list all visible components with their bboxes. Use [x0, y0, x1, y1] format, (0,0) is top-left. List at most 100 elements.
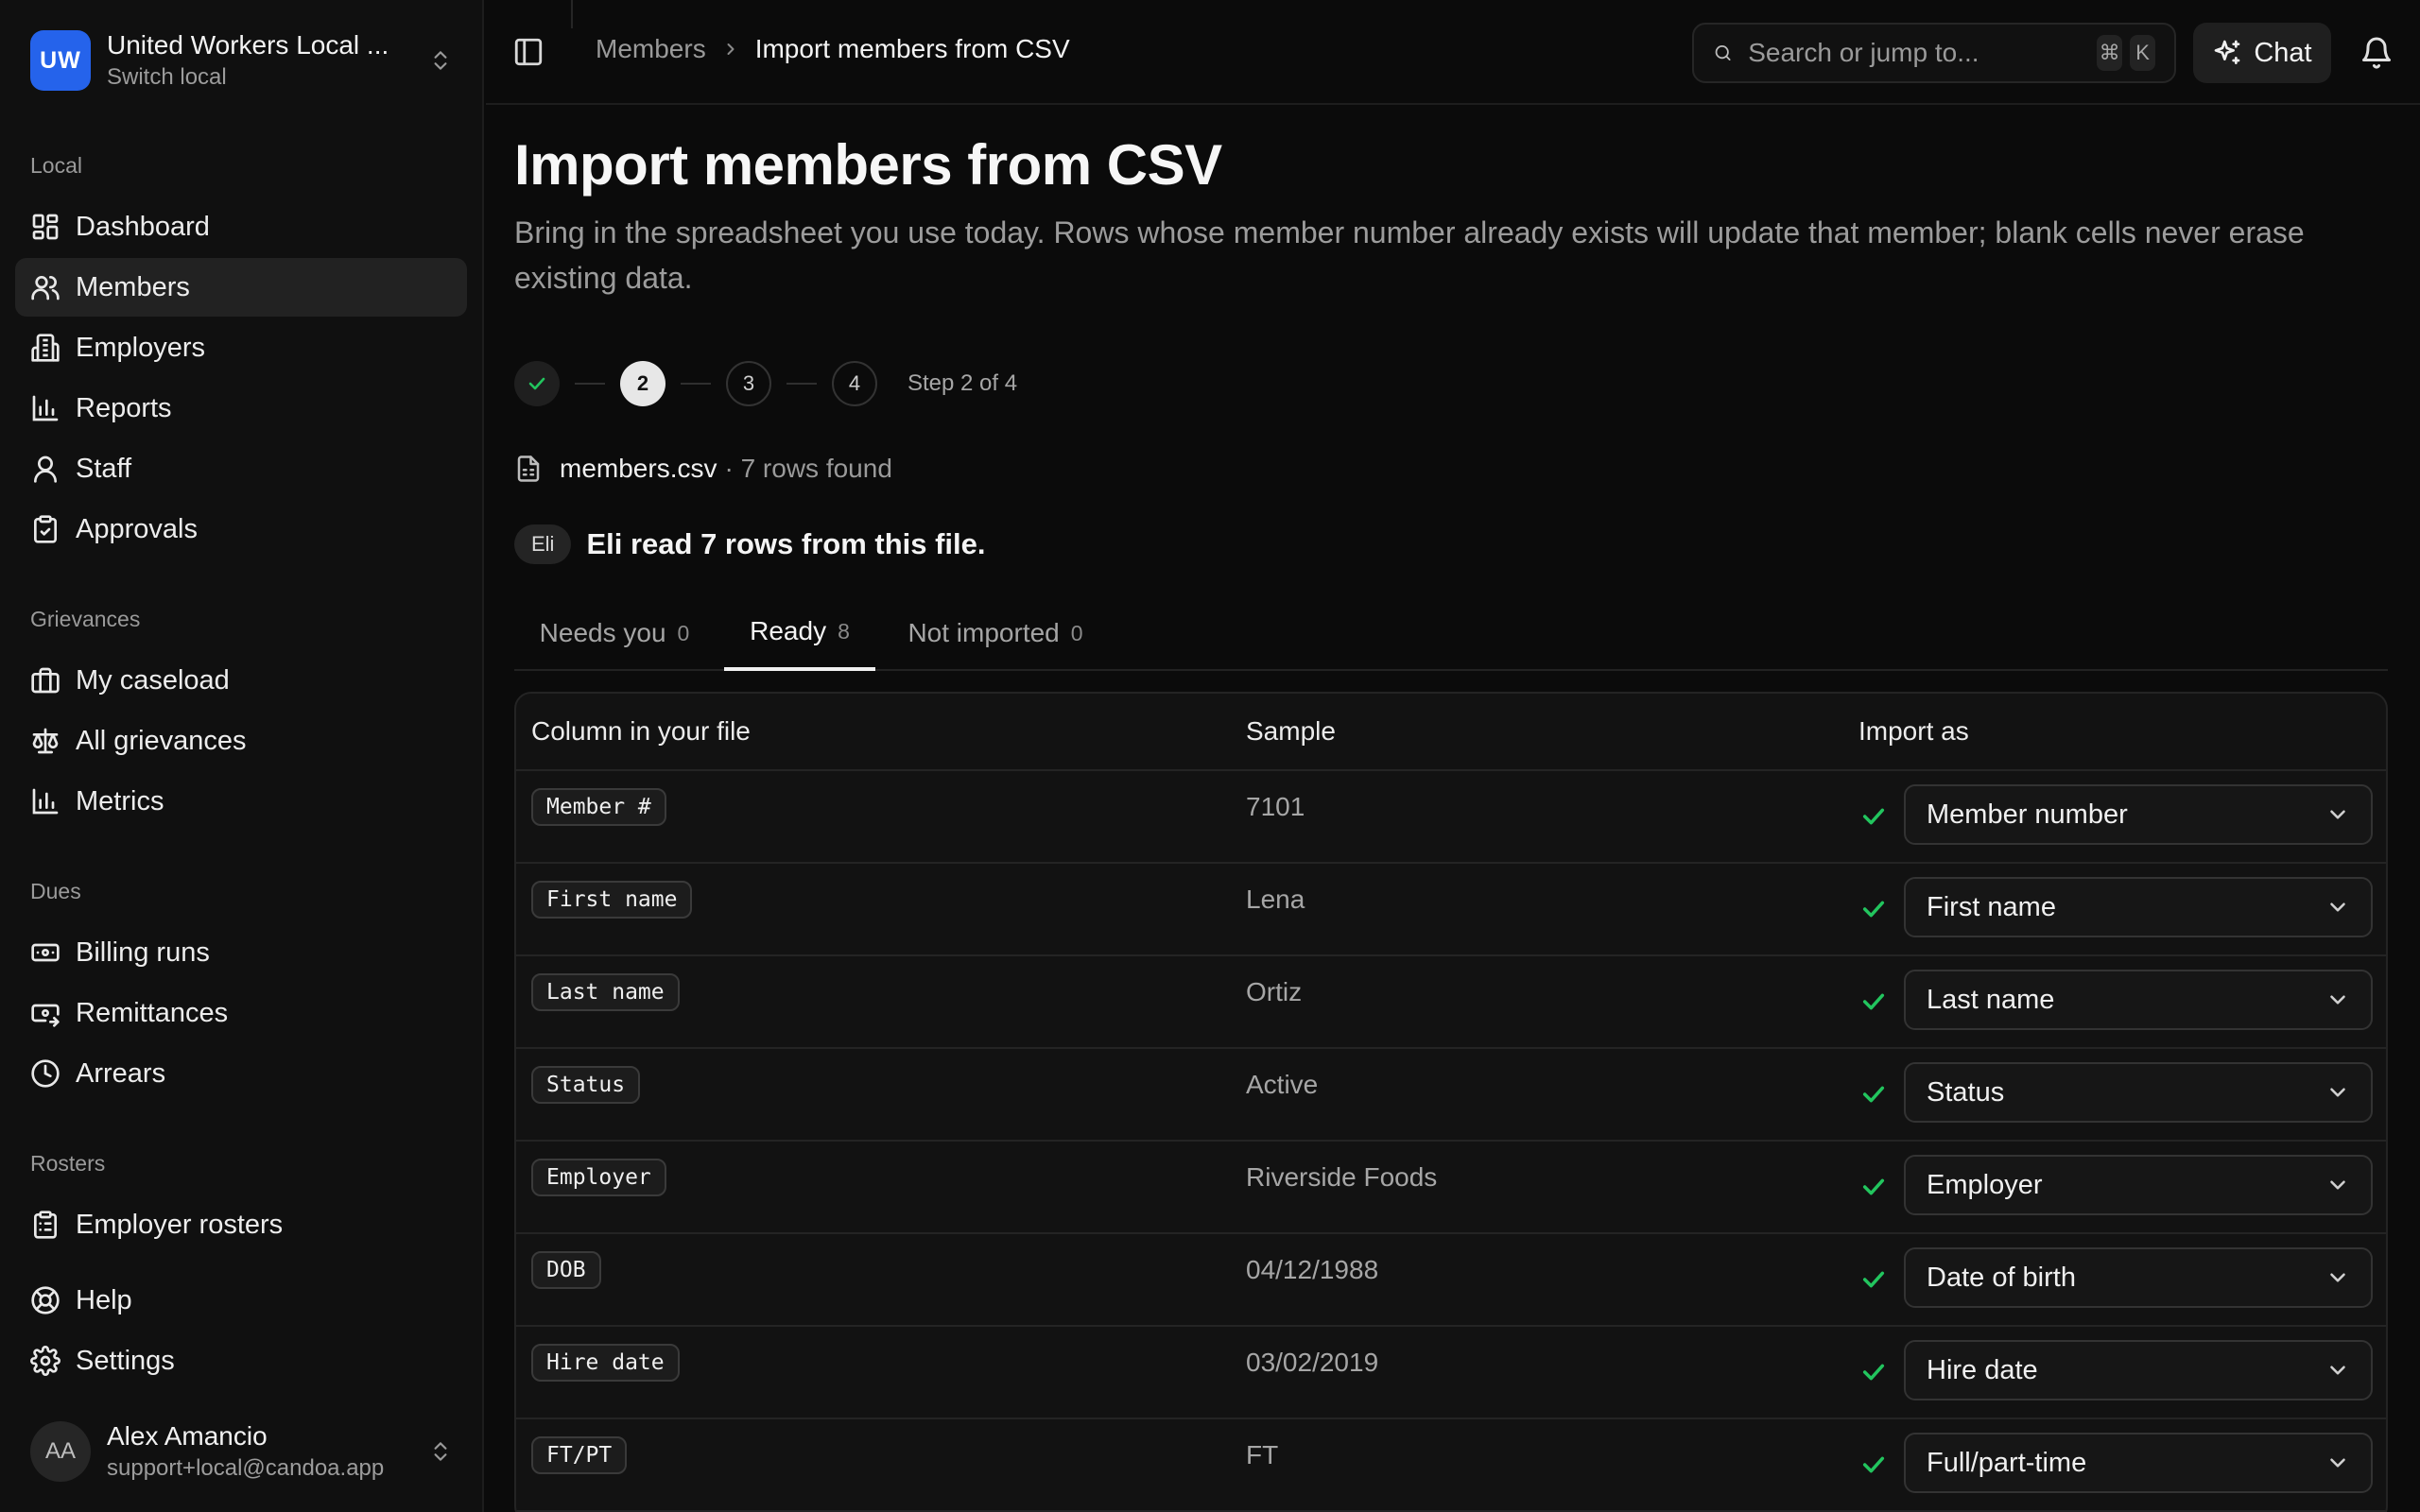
sidebar-item-label: Metrics [76, 785, 164, 816]
sidebar-item-remittances[interactable]: Remittances [15, 984, 467, 1042]
table-row: Last name Ortiz Last name [516, 956, 2386, 1049]
sidebar-item-label: Approvals [76, 513, 198, 544]
check-icon [1862, 1178, 1885, 1195]
table-row: DOB 04/12/1988 Date of birth [516, 1234, 2386, 1327]
sample-value: 04/12/1988 [1246, 1255, 1379, 1284]
sidebar-item-all-grievances[interactable]: All grievances [15, 712, 467, 770]
shortcut-key-k: K [2130, 35, 2155, 71]
check-icon [528, 377, 545, 390]
chat-button[interactable]: Chat [2193, 23, 2331, 83]
user-icon [34, 455, 57, 483]
column-header: Column in your file [531, 716, 751, 746]
bar-chart-icon [32, 395, 59, 421]
user-menu[interactable]: AA Alex Amancio support+local@candoa.app [30, 1418, 456, 1486]
search-box[interactable]: ⌘ K [1692, 23, 2176, 83]
search-input[interactable] [1748, 38, 2090, 68]
bell-icon [2362, 37, 2391, 69]
table-row: Hire date 03/02/2019 Hire date [516, 1327, 2386, 1419]
sidebar-item-billing-runs[interactable]: Billing runs [15, 923, 467, 982]
table-row: Status Active Status [516, 1049, 2386, 1142]
table-row: First name Lena First name [516, 864, 2386, 956]
page-title: Import members from CSV [514, 133, 1222, 197]
sidebar-item-label: Employer rosters [76, 1209, 284, 1240]
search-icon [1715, 45, 1731, 60]
sample-value: Ortiz [1246, 977, 1303, 1006]
sidebar-item-label: Members [76, 271, 190, 302]
sidebar-item-metrics[interactable]: Metrics [15, 772, 467, 831]
org-subtitle: Switch local [107, 64, 227, 90]
chevrons-up-down-icon [425, 1433, 456, 1470]
import-as-value: Member number [1927, 799, 2128, 830]
sidebar-item-dashboard[interactable]: Dashboard [15, 198, 467, 256]
breadcrumb-members-link[interactable]: Members [596, 34, 706, 64]
section-label-rosters: Rosters [30, 1151, 106, 1176]
sidebar-item-label: Employers [76, 332, 205, 363]
tab-label: Not imported [908, 618, 1060, 647]
sparkles-icon [2215, 40, 2240, 64]
tab-ready[interactable]: Ready 8 [724, 595, 875, 671]
import-as-select[interactable]: Status [1904, 1062, 2373, 1123]
import-as-value: First name [1927, 891, 2056, 922]
check-icon [1862, 1364, 1885, 1381]
tab-label: Needs you [539, 618, 666, 647]
chevron-down-icon [2330, 1180, 2345, 1190]
sidebar-item-label: Reports [76, 392, 172, 423]
import-as-value: Date of birth [1927, 1262, 2076, 1293]
sidebar-item-members[interactable]: Members [15, 258, 467, 317]
notifications-button[interactable] [2360, 36, 2394, 70]
banknote-icon [31, 943, 60, 962]
sidebar-item-employer-rosters[interactable]: Employer rosters [15, 1195, 467, 1254]
tab-count: 8 [838, 618, 850, 644]
file-summary: members.csv · 7 rows found [514, 454, 892, 484]
import-as-select[interactable]: Last name [1904, 970, 2373, 1030]
tab-needs-you[interactable]: Needs you 0 [514, 595, 715, 671]
sidebar-item-label: Staff [76, 453, 132, 484]
sidebar-item-label: Arrears [76, 1057, 166, 1089]
assistant-text: Eli read 7 rows from this file. [586, 527, 986, 560]
sidebar-item-employers[interactable]: Employers [15, 318, 467, 377]
briefcase-icon [31, 667, 60, 694]
check-icon [1862, 993, 1885, 1010]
sidebar-item-reports[interactable]: Reports [15, 379, 467, 438]
chevron-down-icon [2330, 1273, 2345, 1282]
sidebar-item-label: Remittances [76, 997, 229, 1028]
assistant-badge: Eli [514, 524, 572, 564]
org-switcher[interactable]: UW United Workers Local ... Switch local [30, 26, 456, 94]
building-icon [31, 334, 60, 362]
top-bar: Members Import members from CSV ⌘ K Chat [486, 0, 2420, 105]
tab-not-imported[interactable]: Not imported 0 [885, 595, 1106, 671]
table-header: Column in your file Sample Import as [516, 694, 2386, 771]
chevron-down-icon [2330, 810, 2345, 819]
sidebar-item-label: Billing runs [76, 936, 210, 968]
import-as-value: Full/part-time [1927, 1447, 2087, 1478]
sidebar-item-label: Dashboard [76, 211, 210, 242]
sidebar-item-staff[interactable]: Staff [15, 439, 467, 498]
step-2-current: 2 [620, 361, 666, 406]
import-stepper: 2 3 4 Step 2 of 4 [514, 361, 1017, 406]
import-as-select[interactable]: Date of birth [1904, 1247, 2373, 1308]
table-row: Employer Riverside Foods Employer [516, 1142, 2386, 1234]
import-as-select[interactable]: Employer [1904, 1155, 2373, 1215]
tab-label: Ready [750, 616, 827, 645]
sample-value: Riverside Foods [1246, 1162, 1438, 1192]
sidebar-item-arrears[interactable]: Arrears [15, 1044, 467, 1103]
import-as-select[interactable]: Member number [1904, 784, 2373, 845]
import-as-select[interactable]: Hire date [1904, 1340, 2373, 1400]
chat-button-label: Chat [2254, 37, 2312, 68]
table-row: Member # 7101 Member number [516, 771, 2386, 864]
import-as-select[interactable]: Full/part-time [1904, 1433, 2373, 1493]
banknote-arrow-icon [31, 1004, 60, 1027]
sidebar-item-settings[interactable]: Settings [15, 1332, 467, 1390]
import-as-select[interactable]: First name [1904, 877, 2373, 937]
sidebar-item-help[interactable]: Help [15, 1271, 467, 1330]
sidebar-item-my-caseload[interactable]: My caseload [15, 651, 467, 710]
breadcrumb: Members Import members from CSV [596, 34, 1070, 64]
user-name: Alex Amancio [107, 1421, 268, 1451]
import-tabs: Needs you 0 Ready 8 Not imported 0 [514, 595, 2388, 671]
sidebar-item-approvals[interactable]: Approvals [15, 500, 467, 558]
sample-value: FT [1246, 1440, 1279, 1469]
sidebar-toggle-button[interactable] [512, 36, 544, 68]
chevron-down-icon [2330, 902, 2345, 912]
step-connector [786, 383, 817, 385]
org-avatar: UW [30, 30, 91, 91]
